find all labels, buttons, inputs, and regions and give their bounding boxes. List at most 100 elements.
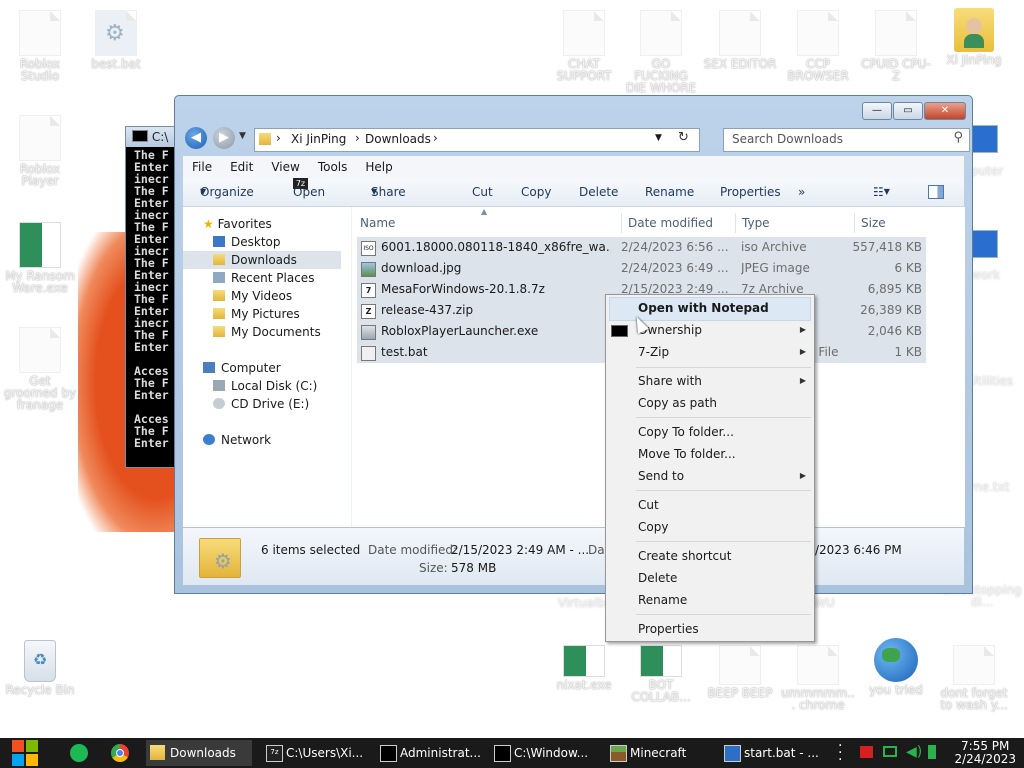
menu-item-copy[interactable]: Copy (638, 516, 668, 538)
more-button[interactable]: » (798, 178, 805, 206)
desktop-icon-you-tried[interactable]: you tried (858, 638, 934, 696)
nav-favorites[interactable]: ★ Favorites (203, 215, 272, 233)
desktop-icon-nixat[interactable]: nixat.exe (546, 645, 622, 691)
breadcrumb-xi-jinping[interactable]: Xi JinPing (291, 132, 346, 146)
desktop-icon-roblox-player[interactable]: Roblox Player (2, 115, 78, 187)
menu-item-open-with-notepad[interactable]: Open with Notepad (638, 297, 769, 319)
column-header-date[interactable]: Date modified (621, 213, 713, 233)
properties-button[interactable]: Properties (720, 178, 781, 206)
explorer-window[interactable]: — ▭ ✕ ◀ ▶ ▼ › Xi JinPing › Downloads › ▼… (174, 95, 973, 594)
right-icon-network[interactable] (970, 230, 998, 258)
menu-item-rename[interactable]: Rename (638, 589, 687, 611)
view-options-icon[interactable]: ☷ ▼ (873, 178, 890, 206)
desktop-icon-bot-collab[interactable]: BOT COLLAB... (623, 645, 699, 703)
desktop-icon-sex-editor[interactable]: SEX EDITOR (702, 10, 778, 70)
desktop-icon-roblox-studio[interactable]: Roblox Studio (2, 10, 78, 82)
delete-button[interactable]: Delete (579, 178, 618, 206)
clock[interactable]: 7:55 PM 2/24/2023 (954, 740, 1016, 766)
desktop-icon-best-bat[interactable]: ⚙ best.bat (78, 10, 154, 70)
search-input[interactable]: Search Downloads ⚲ (723, 128, 970, 152)
desktop-icon-label: dont forget to wash y... (940, 686, 1008, 712)
nav-network[interactable]: Network (203, 431, 271, 449)
desktop-icon-go-die[interactable]: GO FUCKING DIE WHORE (623, 10, 699, 94)
address-bar[interactable]: › Xi JinPing › Downloads › ▼ ↻ (254, 128, 700, 152)
menu-item-7zip[interactable]: 7-Zip (638, 341, 669, 363)
menu-item-create-shortcut[interactable]: Create shortcut (638, 545, 731, 567)
menu-item-copy-as-path[interactable]: Copy as path (638, 392, 717, 414)
nav-downloads[interactable]: Downloads (183, 251, 341, 269)
recent-pages-dropdown[interactable]: ▼ (239, 131, 246, 141)
desktop-icon-recycle-bin[interactable]: ♻ Recycle Bin (2, 640, 78, 696)
nav-videos[interactable]: My Videos (213, 287, 292, 305)
chevron-down-icon: ▼ (371, 187, 378, 196)
nav-pictures[interactable]: My Pictures (213, 305, 300, 323)
desktop-icon-dont-forget[interactable]: dont forget to wash y... (936, 645, 1012, 711)
forward-button[interactable]: ▶ (213, 127, 235, 149)
desktop-icon-ccp-browser[interactable]: CCP BROWSER (780, 10, 856, 82)
desktop-icon-chat-support[interactable]: CHAT SUPPORT (546, 10, 622, 82)
maximize-button[interactable]: ▭ (893, 102, 923, 120)
column-header-name[interactable]: Name (360, 213, 395, 233)
menu-item-move-to-folder[interactable]: Move To folder... (638, 443, 736, 465)
column-header-type[interactable]: Type (735, 213, 770, 233)
desktop-icon-ransomware[interactable]: My Ransom Ware.exe (2, 222, 78, 294)
network-tray-icon[interactable] (883, 746, 897, 757)
menu-file[interactable]: File (183, 156, 221, 178)
address-dropdown-icon[interactable]: ▼ (655, 133, 662, 143)
menu-edit[interactable]: Edit (221, 156, 262, 178)
taskbar-item-administrator[interactable]: Administrat... (376, 740, 482, 766)
search-icon[interactable]: ⚲ (953, 130, 963, 145)
breadcrumb-downloads[interactable]: Downloads (365, 132, 431, 146)
overflow-icon[interactable]: · · · (838, 739, 842, 767)
cmd-icon (494, 745, 511, 762)
close-button[interactable]: ✕ (924, 102, 966, 120)
nav-label: My Documents (231, 325, 321, 339)
column-header-size[interactable]: Size (854, 213, 937, 233)
taskbar-item-minecraft[interactable]: Minecraft (606, 740, 714, 766)
start-button[interactable] (10, 738, 42, 768)
desktop-icon-beep[interactable]: BEEP BEEP (702, 645, 778, 699)
menu-item-properties[interactable]: Properties (638, 618, 699, 640)
nav-documents[interactable]: My Documents (213, 323, 321, 341)
desktop-icon-groomed[interactable]: Get groomed by franage (2, 327, 78, 411)
submenu-arrow-icon: ▶ (799, 376, 806, 385)
preview-pane-icon[interactable] (928, 185, 944, 199)
nav-label: Favorites (217, 217, 272, 231)
taskbar-label: C:\Users\Xi... (286, 746, 364, 760)
menu-item-ownership[interactable]: Ownership (638, 319, 702, 341)
menu-tools[interactable]: Tools (309, 156, 357, 178)
menu-item-cut[interactable]: Cut (638, 494, 659, 516)
back-button[interactable]: ◀ (185, 127, 207, 149)
menu-help[interactable]: Help (356, 156, 401, 178)
desktop-icon-cpuz[interactable]: CPUID CPU-Z (858, 10, 934, 82)
nav-recent[interactable]: Recent Places (213, 269, 314, 287)
volume-icon[interactable]: ◀) (906, 744, 922, 760)
nav-desktop[interactable]: Desktop (213, 233, 281, 251)
taskbar-item-downloads[interactable]: Downloads (146, 740, 252, 766)
rename-button[interactable]: Rename (645, 178, 694, 206)
flag-icon[interactable] (860, 746, 873, 758)
taskbar-item-windows-cmd[interactable]: C:\Window... (490, 740, 596, 766)
menu-item-send-to[interactable]: Send to (638, 465, 684, 487)
desktop-icon-chrome[interactable]: ummmmm... chrome (780, 645, 856, 711)
menu-item-copy-to-folder[interactable]: Copy To folder... (638, 421, 734, 443)
file-row[interactable]: download.jpg 2/24/2023 6:49 ... JPEG ima… (357, 258, 926, 279)
nav-cd-drive[interactable]: CD Drive (E:) (213, 395, 309, 413)
taskbar-item-start-bat[interactable]: start.bat - ... (720, 740, 830, 766)
desktop-icon-xi-jinping[interactable]: Xi JinPing (936, 8, 1012, 66)
copy-button[interactable]: Copy (521, 178, 551, 206)
minimize-button[interactable]: — (862, 102, 892, 120)
chrome-icon[interactable] (111, 744, 129, 762)
file-row[interactable]: ISO 6001.18000.080118-1840_x86fre_wa... … (357, 237, 926, 258)
nav-local-disk[interactable]: Local Disk (C:) (213, 377, 317, 395)
nav-computer[interactable]: Computer (203, 359, 281, 377)
spotify-icon[interactable] (70, 744, 88, 762)
right-icon-computer[interactable] (970, 125, 998, 153)
refresh-icon[interactable]: ↻ (678, 130, 689, 145)
battery-icon[interactable] (928, 745, 936, 759)
cut-button[interactable]: Cut (472, 178, 493, 206)
menu-view[interactable]: View (262, 156, 308, 178)
menu-item-delete[interactable]: Delete (638, 567, 677, 589)
menu-item-share-with[interactable]: Share with (638, 370, 702, 392)
taskbar-item-7zip[interactable]: 7z C:\Users\Xi... (262, 740, 370, 766)
